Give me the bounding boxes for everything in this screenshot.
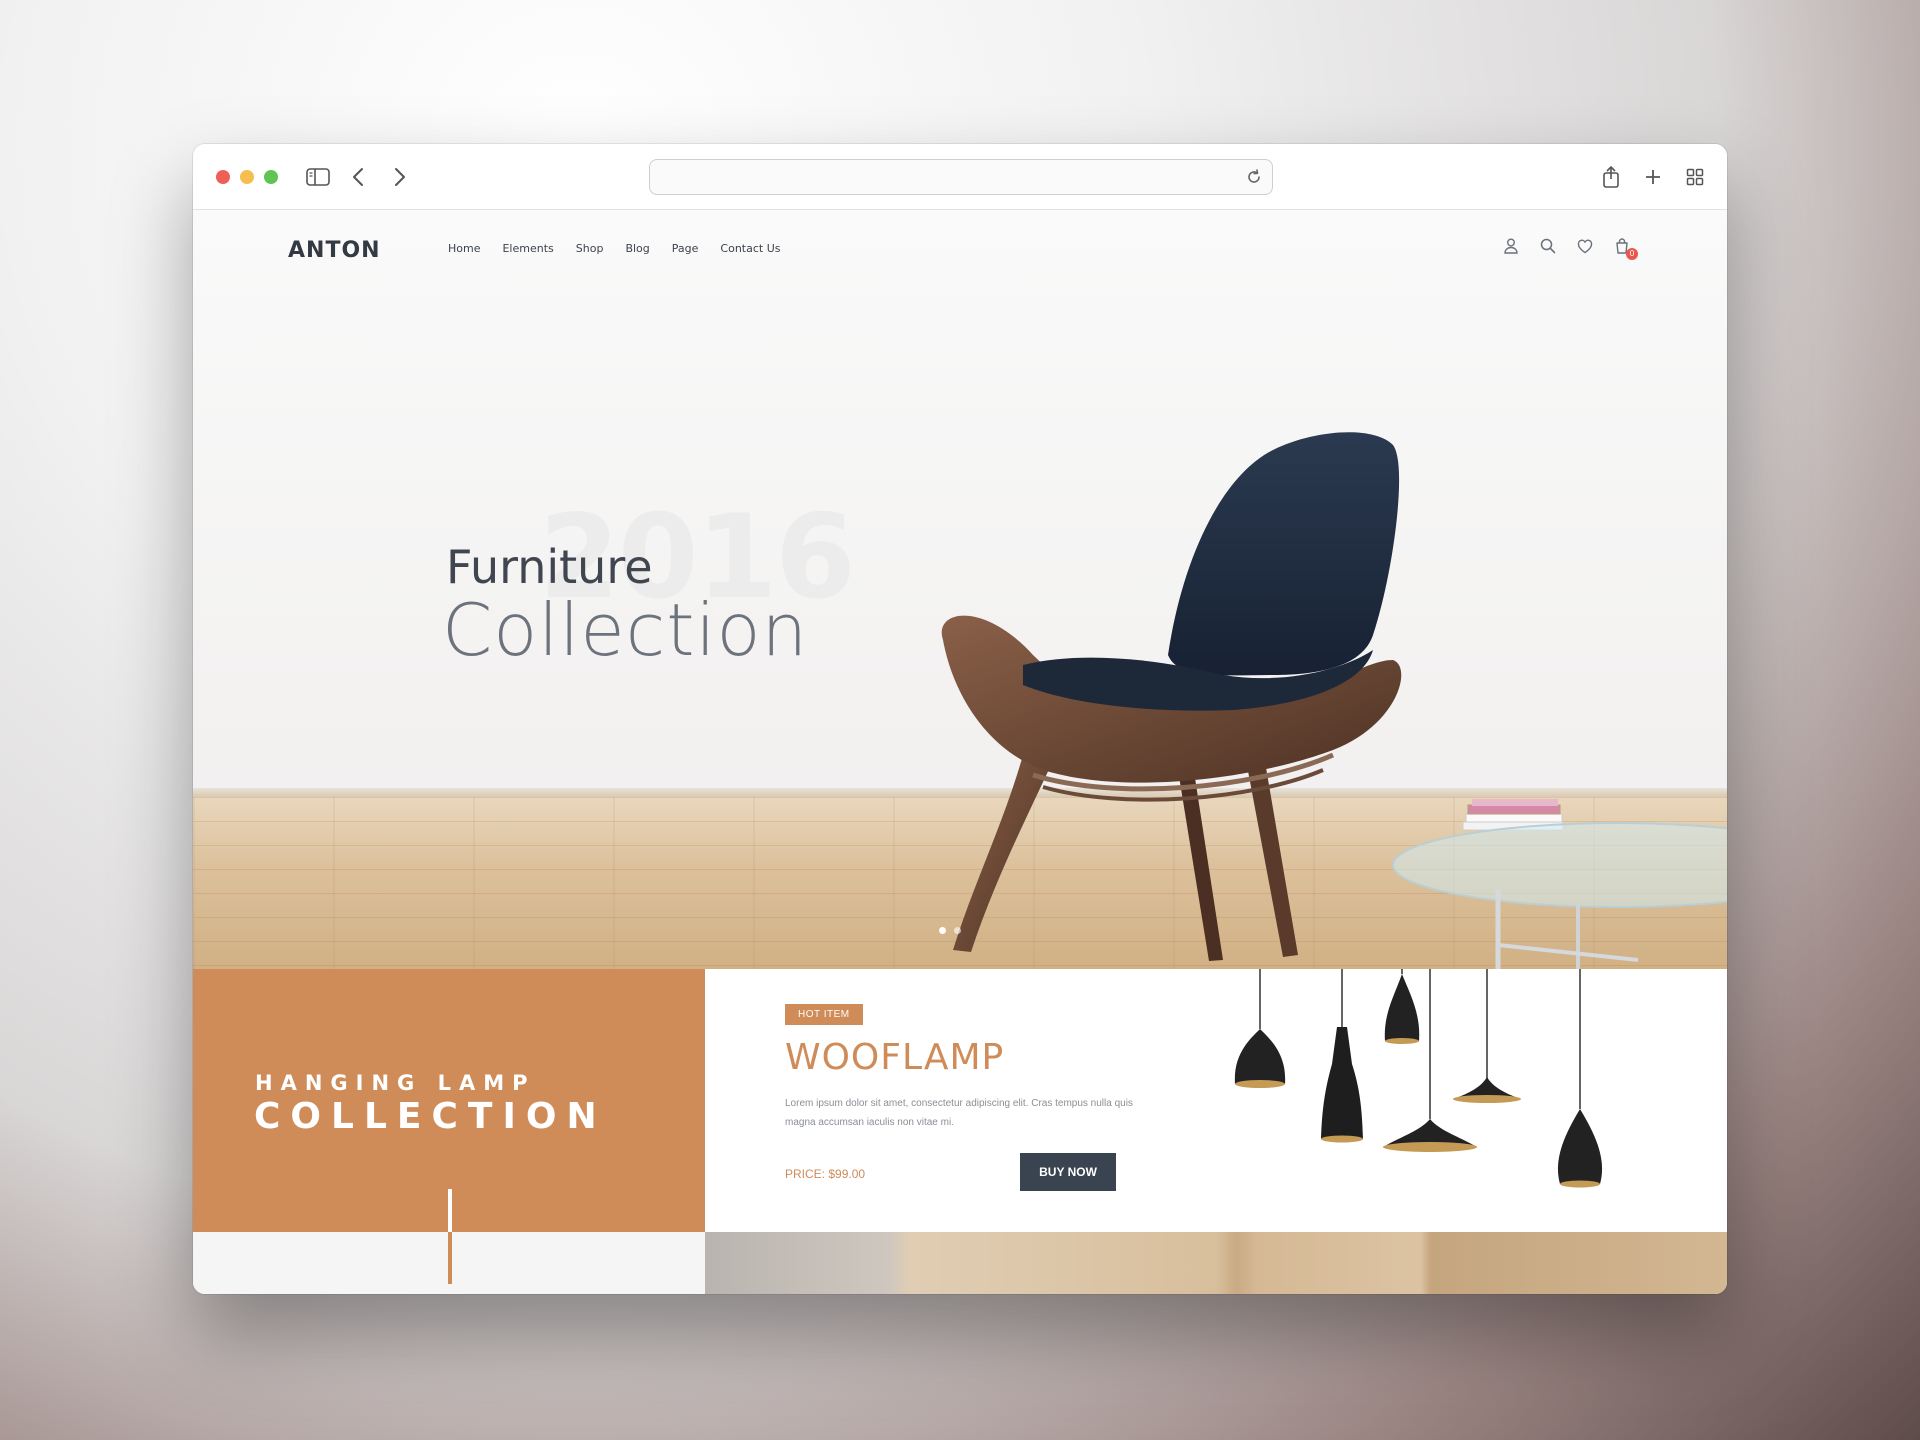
slider-dot[interactable] (954, 927, 961, 934)
webpage: ANTON Home Elements Shop Blog Page Conta… (193, 210, 1727, 1294)
hero-banner: ANTON Home Elements Shop Blog Page Conta… (193, 210, 1727, 969)
header-actions: 0 (1501, 236, 1638, 260)
glass-table-image (1392, 799, 1727, 969)
hero-title-line1: Furniture (446, 540, 653, 594)
section-divider-line (448, 1232, 452, 1284)
wood-interior-image (705, 1232, 1727, 1294)
main-nav: Home Elements Shop Blog Page Contact Us (448, 242, 802, 255)
nav-home[interactable]: Home (448, 242, 480, 255)
share-icon[interactable] (1596, 162, 1626, 192)
site-header: ANTON Home Elements Shop Blog Page Conta… (193, 210, 1727, 290)
pendant-lamps-image (1234, 969, 1603, 1188)
zoom-window-button[interactable] (264, 170, 278, 184)
hero-title-line2: Collection (442, 588, 809, 672)
product-promo: HOT ITEM WOOFLAMP Lorem ipsum dolor sit … (705, 969, 1727, 1232)
collection-divider (448, 1189, 452, 1232)
collection-banner[interactable]: HANGING LAMP COLLECTION (193, 969, 705, 1232)
reload-icon[interactable] (1244, 167, 1264, 187)
search-icon[interactable] (1538, 236, 1558, 256)
cart-count-badge: 0 (1626, 248, 1638, 260)
collection-subtitle: HANGING LAMP (255, 1071, 536, 1095)
lounge-chair-image (941, 432, 1402, 961)
product-name[interactable]: WOOFLAMP (785, 1037, 1004, 1078)
section-divider-strip (193, 1232, 705, 1294)
browser-toolbar (193, 144, 1727, 210)
cart-icon[interactable]: 0 (1612, 236, 1638, 260)
browser-window: ANTON Home Elements Shop Blog Page Conta… (193, 144, 1727, 1294)
heart-icon[interactable] (1575, 236, 1595, 256)
product-description: Lorem ipsum dolor sit amet, consectetur … (785, 1098, 1133, 1128)
nav-page[interactable]: Page (672, 242, 699, 255)
user-icon[interactable] (1501, 236, 1521, 256)
tab-overview-icon[interactable] (1680, 162, 1710, 192)
hot-item-badge: HOT ITEM (785, 1004, 863, 1025)
forward-icon[interactable] (385, 162, 415, 192)
back-icon[interactable] (343, 162, 373, 192)
nav-elements[interactable]: Elements (502, 242, 553, 255)
product-price: PRICE: $99.00 (785, 1167, 866, 1181)
nav-contact-us[interactable]: Contact Us (720, 242, 780, 255)
new-tab-icon[interactable] (1638, 162, 1668, 192)
sidebar-icon[interactable] (303, 162, 333, 192)
minimize-window-button[interactable] (240, 170, 254, 184)
close-window-button[interactable] (216, 170, 230, 184)
nav-shop[interactable]: Shop (576, 242, 604, 255)
buy-now-button[interactable]: BUY NOW (1020, 1153, 1116, 1191)
site-logo[interactable]: ANTON (288, 238, 381, 263)
slider-dots (939, 927, 961, 934)
address-bar[interactable] (649, 159, 1273, 195)
nav-blog[interactable]: Blog (625, 242, 649, 255)
collection-title: COLLECTION (254, 1096, 607, 1137)
slider-dot[interactable] (939, 927, 946, 934)
